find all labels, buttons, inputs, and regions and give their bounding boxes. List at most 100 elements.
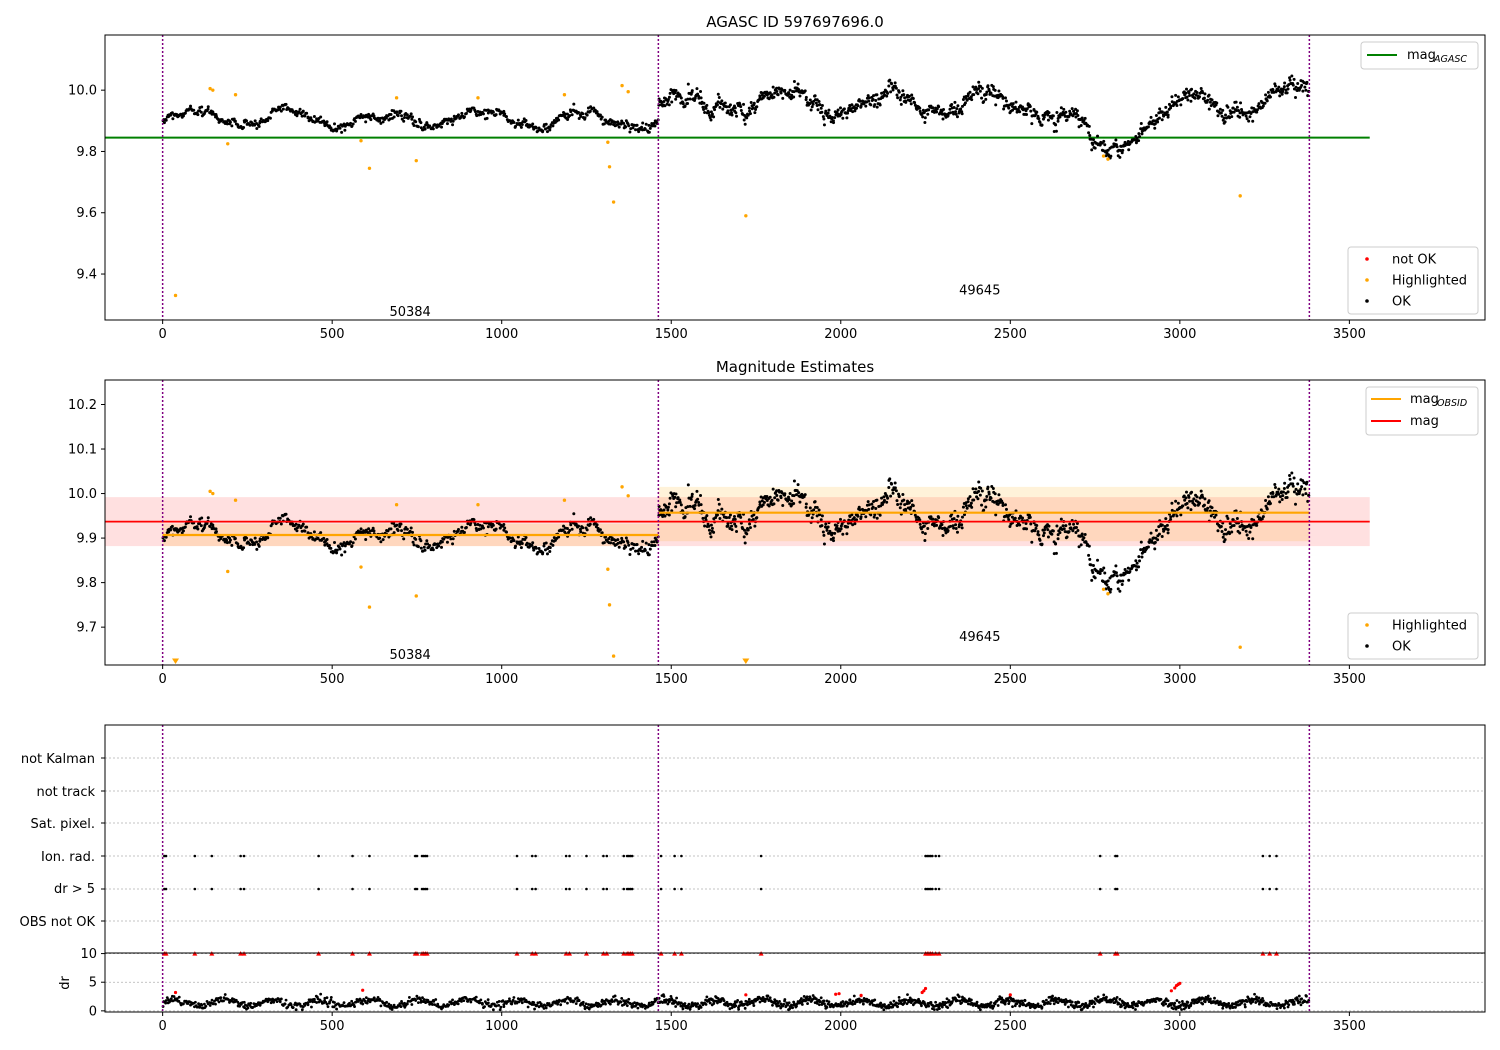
ok-point <box>451 542 455 546</box>
dr-point <box>283 1002 287 1006</box>
y-tick-label: 9.9 <box>76 532 97 547</box>
ok-point <box>1046 528 1050 532</box>
flag-point <box>1098 887 1102 891</box>
ok-point <box>600 531 604 535</box>
ok-point <box>822 117 826 121</box>
ok-point <box>1265 507 1269 511</box>
ok-point <box>836 108 840 112</box>
flag-point <box>368 887 371 891</box>
ok-point <box>1050 532 1054 536</box>
dr-point <box>574 1002 578 1006</box>
ok-point <box>666 505 670 509</box>
ok-point <box>742 535 746 539</box>
ok-point <box>402 119 406 123</box>
dr-point <box>790 1003 794 1007</box>
dr-point <box>724 1003 727 1007</box>
ok-point <box>709 523 713 527</box>
dr-point <box>687 1002 691 1006</box>
ok-point <box>325 538 329 542</box>
highlighted-point <box>208 489 212 494</box>
ok-point <box>534 546 538 550</box>
ok-point <box>893 481 897 485</box>
legend-point-label: OK <box>1392 640 1411 655</box>
ok-point <box>628 552 632 556</box>
legend-point-swatch <box>1365 278 1369 282</box>
ok-point <box>1245 533 1249 537</box>
ok-point <box>873 103 877 107</box>
ok-point <box>1160 118 1164 122</box>
ok-point <box>266 119 270 123</box>
ok-point <box>771 487 775 491</box>
ok-point <box>968 90 972 94</box>
ok-point <box>624 125 628 129</box>
ok-point <box>519 125 523 129</box>
ok-point <box>1232 524 1236 528</box>
ok-point <box>1154 528 1158 532</box>
ok-point <box>781 96 785 100</box>
dr-point <box>284 998 288 1002</box>
flag-point <box>242 887 246 891</box>
ok-point <box>688 504 692 508</box>
ok-point <box>1087 124 1091 128</box>
flag-point <box>605 887 609 891</box>
ok-point <box>1184 496 1188 500</box>
ok-point <box>743 122 747 126</box>
ok-point <box>1153 547 1157 551</box>
ok-point <box>631 126 635 130</box>
flag-point <box>585 887 588 891</box>
dr-point <box>852 994 856 998</box>
ok-point <box>1127 578 1131 582</box>
ok-point <box>993 88 997 92</box>
ok-point <box>1277 487 1281 491</box>
ok-point <box>949 111 953 115</box>
ok-point <box>181 529 185 533</box>
ok-point <box>1203 92 1207 96</box>
ok-point <box>674 492 678 496</box>
ok-point <box>1028 515 1032 519</box>
ok-point <box>335 548 339 552</box>
out-of-range-marker <box>742 658 750 664</box>
ok-point <box>728 513 732 517</box>
dr-point <box>399 1005 403 1008</box>
flag-point <box>164 887 168 891</box>
dr-point <box>379 1004 383 1008</box>
ok-point <box>1137 565 1141 569</box>
ok-point <box>1216 529 1220 533</box>
ok-point <box>372 529 376 533</box>
ok-point <box>666 508 670 512</box>
ok-point <box>966 500 970 504</box>
highlighted-point <box>173 293 178 298</box>
ok-point <box>1268 95 1272 99</box>
highlighted-point <box>562 498 567 502</box>
dr-point <box>882 1008 886 1012</box>
ok-point <box>1046 118 1050 122</box>
dr-point <box>483 1005 486 1009</box>
dr-point <box>204 1004 208 1008</box>
ok-point <box>1007 518 1011 522</box>
legend-points: not OKHighlightedOK <box>1347 246 1479 315</box>
ok-point <box>1263 101 1267 105</box>
ok-point <box>200 516 204 520</box>
highlighted-point <box>394 96 399 100</box>
ok-point <box>1223 120 1227 124</box>
axes-frame <box>104 34 1486 321</box>
dr-point <box>279 997 283 1001</box>
ok-point <box>1223 538 1227 542</box>
flag-point <box>1275 854 1278 858</box>
ok-point <box>524 118 528 122</box>
dr-point <box>177 995 181 999</box>
ok-point <box>897 90 901 94</box>
ok-point <box>841 532 845 536</box>
ok-point <box>1079 123 1083 127</box>
ok-point <box>1264 93 1268 97</box>
dr-point <box>743 1006 747 1010</box>
ok-point <box>1001 96 1005 100</box>
ok-point <box>644 541 648 545</box>
ok-point <box>674 88 678 92</box>
ok-point <box>1207 107 1211 111</box>
ok-point <box>419 121 423 125</box>
ok-point <box>464 525 468 529</box>
ok-point <box>164 118 168 122</box>
ok-point <box>445 540 449 544</box>
dr-point <box>933 1008 936 1011</box>
